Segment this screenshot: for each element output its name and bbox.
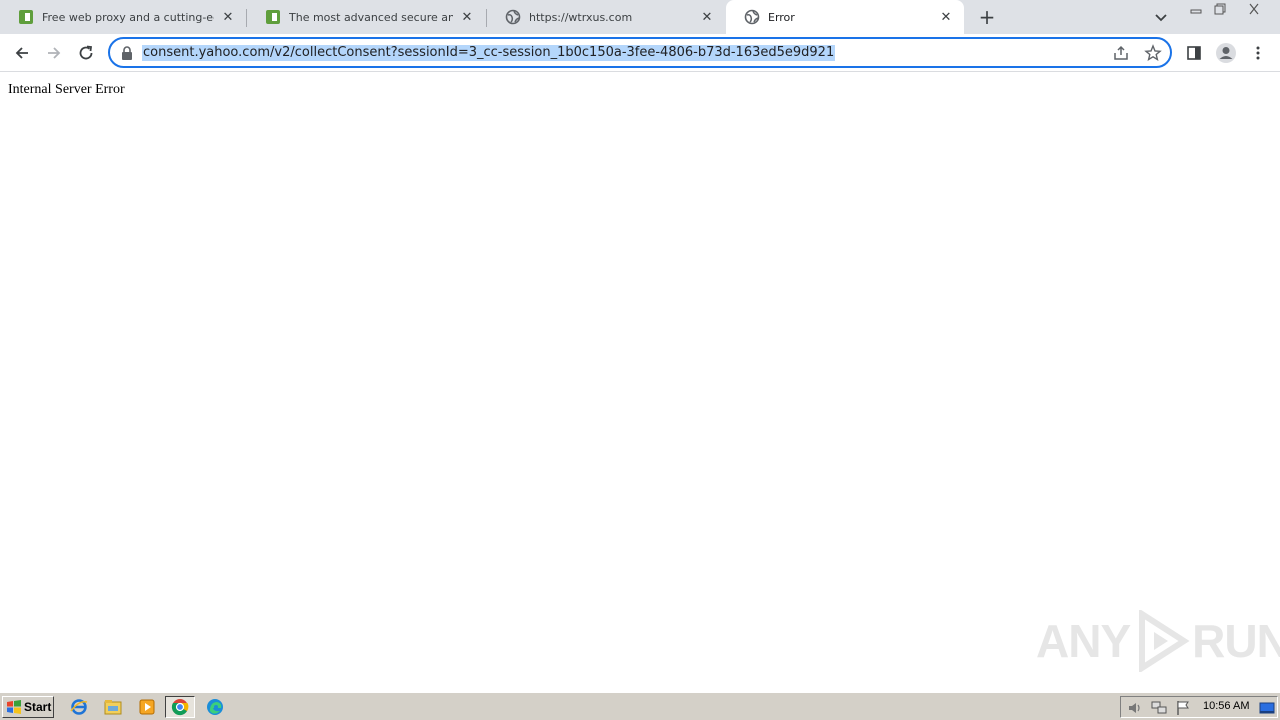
tab-1[interactable]: Free web proxy and a cutting-edge o ✕ (0, 0, 246, 34)
minimize-button[interactable] (1184, 0, 1208, 18)
tab-title: The most advanced secure and free (289, 10, 453, 24)
close-icon[interactable]: ✕ (220, 9, 236, 25)
play-logo-icon (1139, 610, 1190, 672)
tab-4-active[interactable]: Error ✕ (726, 0, 964, 34)
windows-flag-icon (7, 700, 21, 714)
anyrun-watermark: ANY RUN (1036, 610, 1280, 672)
clock[interactable]: 10:56 AM (1203, 700, 1249, 712)
tab-title: https://wtrxus.com (529, 10, 633, 24)
close-icon[interactable]: ✕ (459, 9, 475, 25)
minimize-icon (1190, 9, 1202, 14)
close-icon[interactable]: ✕ (938, 9, 954, 25)
show-desktop-icon[interactable] (1259, 700, 1275, 716)
side-panel-button[interactable] (1181, 40, 1207, 66)
volume-icon[interactable] (1127, 700, 1143, 716)
reload-icon (79, 45, 93, 60)
share-icon[interactable] (1112, 44, 1130, 62)
chevron-down-icon (1155, 14, 1167, 22)
edge-icon[interactable] (204, 697, 226, 717)
tab-title: Free web proxy and a cutting-edge o (42, 10, 214, 24)
profile-button[interactable] (1213, 40, 1239, 66)
flag-icon[interactable] (1175, 700, 1191, 716)
new-tab-button[interactable]: + (976, 5, 998, 29)
globe-icon (505, 9, 521, 25)
kebab-menu-icon (1256, 46, 1260, 60)
reload-button[interactable] (73, 40, 99, 66)
croxy-icon (265, 9, 281, 25)
media-player-icon[interactable] (136, 697, 158, 717)
croxy-icon (18, 9, 34, 25)
address-bar[interactable]: consent.yahoo.com/v2/collectConsent?sess… (108, 37, 1172, 68)
avatar-icon (1216, 43, 1236, 63)
tab-2[interactable]: The most advanced secure and free ✕ (247, 0, 485, 34)
watermark-right-text: RUN (1192, 615, 1280, 667)
browser-toolbar: consent.yahoo.com/v2/collectConsent?sess… (0, 34, 1280, 72)
star-icon[interactable] (1144, 44, 1162, 62)
arrow-right-icon (48, 47, 61, 59)
ie-icon[interactable] (68, 697, 90, 717)
menu-button[interactable] (1245, 40, 1271, 66)
start-button[interactable]: Start (2, 696, 54, 718)
tab-search-button[interactable] (1152, 8, 1170, 26)
explorer-icon[interactable] (102, 697, 124, 717)
network-icon[interactable] (1151, 700, 1167, 716)
taskbar: Start 10:56 AM (0, 692, 1280, 720)
arrow-left-icon (15, 47, 28, 59)
chrome-icon[interactable] (165, 696, 195, 718)
restore-icon (1214, 3, 1226, 15)
close-window-button[interactable] (1242, 0, 1266, 18)
close-icon[interactable]: ✕ (699, 9, 715, 25)
tab-title: Error (768, 10, 795, 24)
browser-window: Free web proxy and a cutting-edge o ✕ Th… (0, 0, 1280, 720)
forward-button[interactable] (41, 40, 67, 66)
globe-icon (744, 9, 760, 25)
start-label: Start (24, 700, 52, 714)
tab-strip: Free web proxy and a cutting-edge o ✕ Th… (0, 0, 1280, 34)
tab-3[interactable]: https://wtrxus.com ✕ (487, 0, 725, 34)
back-button[interactable] (9, 40, 35, 66)
side-panel-icon (1187, 46, 1201, 60)
restore-button[interactable] (1208, 0, 1232, 18)
error-message: Internal Server Error (8, 82, 125, 97)
system-tray: 10:56 AM (1120, 696, 1278, 718)
lock-icon[interactable] (120, 45, 134, 61)
page-content: Internal Server Error ANY RUN (0, 72, 1280, 692)
close-icon (1249, 3, 1259, 15)
url-text[interactable]: consent.yahoo.com/v2/collectConsent?sess… (142, 45, 836, 61)
watermark-left-text: ANY (1036, 615, 1131, 667)
